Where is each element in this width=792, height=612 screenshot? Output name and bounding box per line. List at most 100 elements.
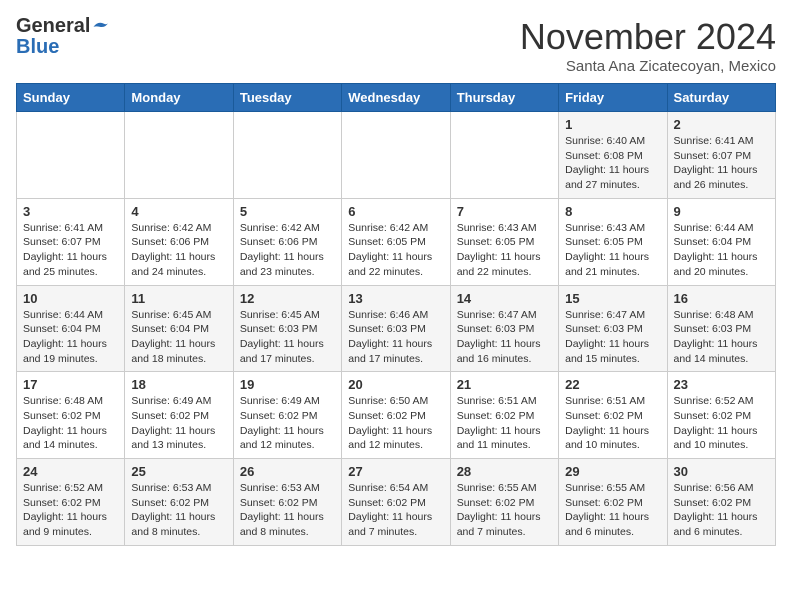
title-section: November 2024 Santa Ana Zicatecoyan, Mex…	[520, 16, 776, 75]
day-info: Sunrise: 6:48 AMSunset: 6:02 PMDaylight:…	[23, 394, 118, 453]
day-info: Sunrise: 6:55 AMSunset: 6:02 PMDaylight:…	[565, 481, 660, 540]
day-info: Sunrise: 6:52 AMSunset: 6:02 PMDaylight:…	[23, 481, 118, 540]
day-info: Sunrise: 6:41 AMSunset: 6:07 PMDaylight:…	[23, 221, 118, 280]
day-info: Sunrise: 6:54 AMSunset: 6:02 PMDaylight:…	[348, 481, 443, 540]
day-info: Sunrise: 6:41 AMSunset: 6:07 PMDaylight:…	[674, 134, 769, 193]
day-info: Sunrise: 6:53 AMSunset: 6:02 PMDaylight:…	[131, 481, 226, 540]
page-header: General Blue November 2024 Santa Ana Zic…	[16, 16, 776, 75]
day-cell: 7 Sunrise: 6:43 AMSunset: 6:05 PMDaylight…	[450, 198, 558, 285]
day-info: Sunrise: 6:47 AMSunset: 6:03 PMDaylight:…	[457, 308, 552, 367]
day-cell: 24Sunrise: 6:52 AMSunset: 6:02 PMDayligh…	[17, 459, 125, 546]
day-cell: 21 Sunrise: 6:51 AMSunset: 6:02 PMDayligh…	[450, 372, 558, 459]
weekday-header-saturday: Saturday	[667, 84, 775, 112]
logo: General Blue	[16, 16, 110, 59]
logo-general-text: General	[16, 16, 90, 36]
day-info: Sunrise: 6:44 AMSunset: 6:04 PMDaylight:…	[23, 308, 118, 367]
day-info: Sunrise: 6:55 AMSunset: 6:02 PMDaylight:…	[457, 481, 552, 540]
calendar-body: 1 Sunrise: 6:40 AMSunset: 6:08 PMDaylight…	[17, 112, 776, 546]
weekday-header-monday: Monday	[125, 84, 233, 112]
day-cell: 6Sunrise: 6:42 AMSunset: 6:05 PMDaylight…	[342, 198, 450, 285]
day-number: 13	[348, 291, 443, 306]
day-number: 30	[674, 464, 769, 479]
day-cell: 11Sunrise: 6:45 AMSunset: 6:04 PMDayligh…	[125, 285, 233, 372]
day-info: Sunrise: 6:48 AMSunset: 6:03 PMDaylight:…	[674, 308, 769, 367]
day-cell: 28Sunrise: 6:55 AMSunset: 6:02 PMDayligh…	[450, 459, 558, 546]
calendar-header: SundayMondayTuesdayWednesdayThursdayFrid…	[17, 84, 776, 112]
day-info: Sunrise: 6:47 AMSunset: 6:03 PMDaylight:…	[565, 308, 660, 367]
day-cell: 22Sunrise: 6:51 AMSunset: 6:02 PMDayligh…	[559, 372, 667, 459]
day-cell	[125, 112, 233, 199]
day-info: Sunrise: 6:42 AMSunset: 6:06 PMDaylight:…	[240, 221, 335, 280]
day-number: 8	[565, 204, 660, 219]
day-number: 7	[457, 204, 552, 219]
day-info: Sunrise: 6:49 AMSunset: 6:02 PMDaylight:…	[240, 394, 335, 453]
day-number: 27	[348, 464, 443, 479]
weekday-header-sunday: Sunday	[17, 84, 125, 112]
weekday-header-thursday: Thursday	[450, 84, 558, 112]
day-cell: 8Sunrise: 6:43 AMSunset: 6:05 PMDaylight…	[559, 198, 667, 285]
week-row-1: 1 Sunrise: 6:40 AMSunset: 6:08 PMDaylight…	[17, 112, 776, 199]
day-number: 4	[131, 204, 226, 219]
day-cell: 14 Sunrise: 6:47 AMSunset: 6:03 PMDayligh…	[450, 285, 558, 372]
day-cell: 9 Sunrise: 6:44 AMSunset: 6:04 PMDaylight…	[667, 198, 775, 285]
day-cell	[342, 112, 450, 199]
day-number: 5	[240, 204, 335, 219]
week-row-3: 10 Sunrise: 6:44 AMSunset: 6:04 PMDayligh…	[17, 285, 776, 372]
day-number: 26	[240, 464, 335, 479]
week-row-2: 3 Sunrise: 6:41 AMSunset: 6:07 PMDaylight…	[17, 198, 776, 285]
day-cell: 25Sunrise: 6:53 AMSunset: 6:02 PMDayligh…	[125, 459, 233, 546]
day-cell: 10 Sunrise: 6:44 AMSunset: 6:04 PMDayligh…	[17, 285, 125, 372]
day-cell: 29Sunrise: 6:55 AMSunset: 6:02 PMDayligh…	[559, 459, 667, 546]
day-number: 10	[23, 291, 118, 306]
weekday-header-wednesday: Wednesday	[342, 84, 450, 112]
logo-blue-text: Blue	[16, 36, 59, 59]
day-number: 19	[240, 377, 335, 392]
day-number: 6	[348, 204, 443, 219]
day-info: Sunrise: 6:45 AMSunset: 6:03 PMDaylight:…	[240, 308, 335, 367]
day-number: 12	[240, 291, 335, 306]
location-subtitle: Santa Ana Zicatecoyan, Mexico	[520, 58, 776, 75]
day-cell: 19 Sunrise: 6:49 AMSunset: 6:02 PMDayligh…	[233, 372, 341, 459]
day-cell: 3 Sunrise: 6:41 AMSunset: 6:07 PMDaylight…	[17, 198, 125, 285]
day-number: 1	[565, 117, 660, 132]
day-info: Sunrise: 6:49 AMSunset: 6:02 PMDaylight:…	[131, 394, 226, 453]
day-info: Sunrise: 6:51 AMSunset: 6:02 PMDaylight:…	[457, 394, 552, 453]
day-number: 16	[674, 291, 769, 306]
week-row-5: 24Sunrise: 6:52 AMSunset: 6:02 PMDayligh…	[17, 459, 776, 546]
day-cell: 18 Sunrise: 6:49 AMSunset: 6:02 PMDayligh…	[125, 372, 233, 459]
logo-bird-icon	[92, 19, 110, 33]
day-number: 2	[674, 117, 769, 132]
day-info: Sunrise: 6:43 AMSunset: 6:05 PMDaylight:…	[457, 221, 552, 280]
day-info: Sunrise: 6:40 AMSunset: 6:08 PMDaylight:…	[565, 134, 660, 193]
day-number: 9	[674, 204, 769, 219]
day-cell: 17 Sunrise: 6:48 AMSunset: 6:02 PMDayligh…	[17, 372, 125, 459]
day-info: Sunrise: 6:42 AMSunset: 6:06 PMDaylight:…	[131, 221, 226, 280]
day-number: 21	[457, 377, 552, 392]
day-cell	[450, 112, 558, 199]
day-cell: 27 Sunrise: 6:54 AMSunset: 6:02 PMDayligh…	[342, 459, 450, 546]
day-number: 23	[674, 377, 769, 392]
day-cell: 15 Sunrise: 6:47 AMSunset: 6:03 PMDayligh…	[559, 285, 667, 372]
day-cell	[17, 112, 125, 199]
day-cell: 5 Sunrise: 6:42 AMSunset: 6:06 PMDaylight…	[233, 198, 341, 285]
day-cell: 26 Sunrise: 6:53 AMSunset: 6:02 PMDayligh…	[233, 459, 341, 546]
month-title: November 2024	[520, 16, 776, 58]
day-number: 17	[23, 377, 118, 392]
day-cell: 16 Sunrise: 6:48 AMSunset: 6:03 PMDayligh…	[667, 285, 775, 372]
day-cell: 20Sunrise: 6:50 AMSunset: 6:02 PMDayligh…	[342, 372, 450, 459]
day-cell: 12 Sunrise: 6:45 AMSunset: 6:03 PMDayligh…	[233, 285, 341, 372]
day-cell: 30Sunrise: 6:56 AMSunset: 6:02 PMDayligh…	[667, 459, 775, 546]
day-number: 3	[23, 204, 118, 219]
day-info: Sunrise: 6:44 AMSunset: 6:04 PMDaylight:…	[674, 221, 769, 280]
day-number: 14	[457, 291, 552, 306]
day-cell: 13Sunrise: 6:46 AMSunset: 6:03 PMDayligh…	[342, 285, 450, 372]
day-info: Sunrise: 6:53 AMSunset: 6:02 PMDaylight:…	[240, 481, 335, 540]
day-number: 22	[565, 377, 660, 392]
day-number: 15	[565, 291, 660, 306]
calendar-table: SundayMondayTuesdayWednesdayThursdayFrid…	[16, 83, 776, 546]
day-info: Sunrise: 6:52 AMSunset: 6:02 PMDaylight:…	[674, 394, 769, 453]
day-cell: 1 Sunrise: 6:40 AMSunset: 6:08 PMDaylight…	[559, 112, 667, 199]
day-cell: 2 Sunrise: 6:41 AMSunset: 6:07 PMDaylight…	[667, 112, 775, 199]
day-cell: 23 Sunrise: 6:52 AMSunset: 6:02 PMDayligh…	[667, 372, 775, 459]
day-number: 18	[131, 377, 226, 392]
